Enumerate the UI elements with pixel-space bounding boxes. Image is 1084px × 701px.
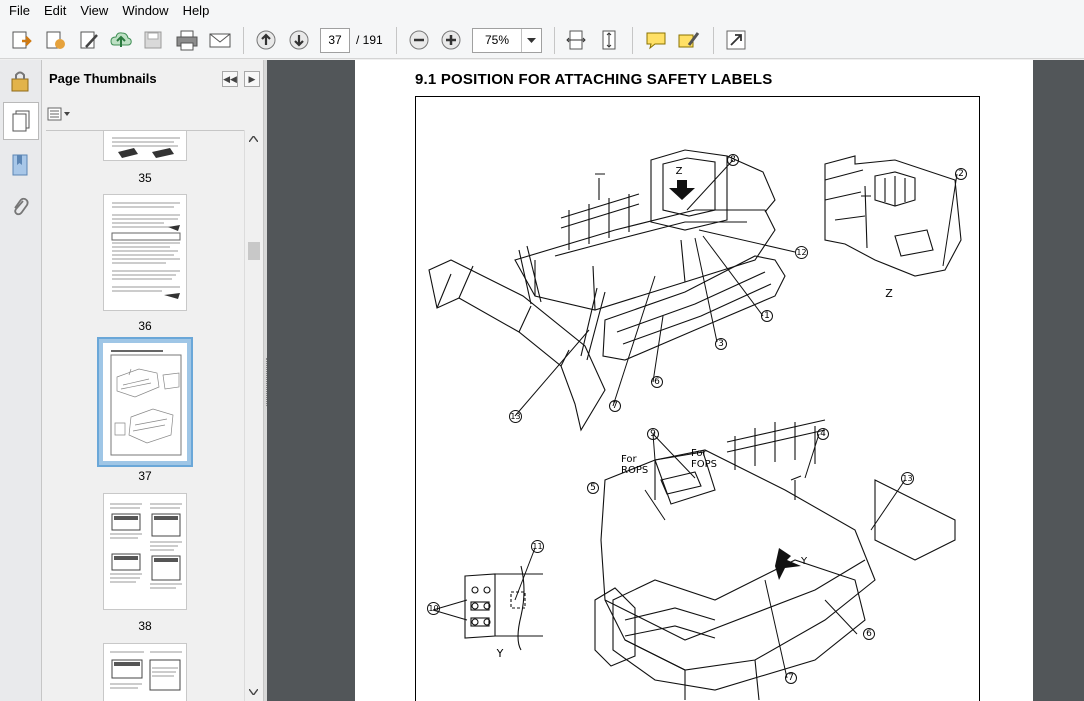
page-number-input[interactable]: 37 — [320, 28, 350, 53]
bulldozer-illustration — [428, 149, 962, 701]
thumbnails-panel: Page Thumbnails ◀◀ ▶ 35 36 37 38 — [42, 60, 264, 701]
collapse-panel-button[interactable]: ◀◀ — [222, 71, 238, 87]
menu-file[interactable]: File — [2, 0, 37, 21]
arrow-y-label: Y — [800, 556, 808, 567]
menu-bar: File Edit View Window Help — [0, 0, 1084, 21]
thumbnail-page-number: 37 — [138, 469, 152, 483]
document-view: 9.1 POSITION FOR ATTACHING SAFETY LABELS — [267, 60, 1084, 701]
chevron-down-icon[interactable] — [521, 29, 541, 52]
callout-6: 6 — [651, 376, 663, 388]
zoom-out-icon[interactable] — [406, 28, 432, 52]
thumbnail-list: 35 36 37 38 — [46, 130, 246, 701]
thumbnail-options-button[interactable] — [46, 104, 72, 124]
callout-12: 12 — [795, 246, 808, 259]
thumbnail-page-selected[interactable] — [97, 337, 193, 467]
scrollbar-thumb[interactable] — [248, 242, 260, 260]
expand-icon[interactable] — [723, 28, 749, 52]
menu-view[interactable]: View — [73, 0, 115, 21]
export-icon[interactable] — [42, 28, 68, 52]
callout-11: 11 — [531, 540, 544, 553]
callout-1: 1 — [761, 310, 773, 322]
thumbnail-page[interactable] — [103, 493, 187, 610]
thumbnail-scrollbar[interactable] — [244, 130, 262, 701]
callout-6b: 6 — [863, 628, 875, 640]
fit-width-icon[interactable] — [563, 28, 589, 52]
for-fops-label: For FOPS — [691, 448, 718, 470]
page-total: / 191 — [356, 33, 383, 47]
for-rops-label: For ROPS — [621, 454, 649, 476]
arrow-z-label: Z — [675, 166, 683, 177]
toolbar-separator — [632, 27, 633, 54]
thumbnail-page-number: 35 — [138, 171, 152, 185]
toolbar-separator — [713, 27, 714, 54]
zoom-select[interactable]: 75% — [472, 28, 542, 53]
callout-2: 2 — [955, 168, 967, 180]
create-icon[interactable] — [8, 28, 34, 52]
zoom-in-icon[interactable] — [438, 28, 464, 52]
callout-13b: 13 — [901, 472, 914, 485]
toolbar-separator — [243, 27, 244, 54]
thumbnail-page[interactable] — [103, 643, 187, 701]
thumbnail-page-number: 38 — [138, 619, 152, 633]
scroll-down-icon[interactable] — [245, 683, 262, 700]
pages-icon[interactable] — [3, 102, 39, 140]
edit-icon[interactable] — [76, 28, 102, 52]
thumbnail-page-number: 36 — [138, 319, 152, 333]
thumbnail-page[interactable] — [103, 131, 187, 161]
panel-header: Page Thumbnails ◀◀ ▶ — [42, 60, 264, 98]
view-z-label: Z — [885, 287, 893, 300]
attachment-icon[interactable] — [5, 192, 35, 222]
save-icon[interactable] — [140, 28, 166, 52]
print-icon[interactable] — [174, 28, 200, 52]
thumbnail-page[interactable] — [103, 194, 187, 311]
toolbar-separator — [396, 27, 397, 54]
callout-5: 5 — [587, 482, 599, 494]
toolbar: 37 / 191 75% — [0, 21, 1084, 59]
page-up-icon[interactable] — [253, 28, 279, 52]
view-y-label: Y — [496, 647, 504, 660]
callout-8: 8 — [727, 154, 739, 166]
callout-9: 9 — [647, 428, 659, 440]
menu-help[interactable]: Help — [176, 0, 217, 21]
page-down-icon[interactable] — [286, 28, 312, 52]
callout-3: 3 — [715, 338, 727, 350]
upload-icon[interactable] — [108, 28, 134, 52]
document-page: 9.1 POSITION FOR ATTACHING SAFETY LABELS — [355, 60, 1033, 701]
expand-panel-button[interactable]: ▶ — [244, 71, 260, 87]
callout-4: 4 — [817, 428, 829, 440]
callout-13: 13 — [509, 410, 522, 423]
fit-page-icon[interactable] — [596, 28, 622, 52]
callout-7b: 7 — [785, 672, 797, 684]
lock-icon[interactable] — [5, 66, 35, 96]
bookmark-icon[interactable] — [5, 150, 35, 180]
highlight-icon[interactable] — [676, 28, 702, 52]
callout-7: 7 — [609, 400, 621, 412]
comment-icon[interactable] — [643, 28, 669, 52]
menu-window[interactable]: Window — [115, 0, 175, 21]
email-icon[interactable] — [207, 28, 233, 52]
panel-title: Page Thumbnails — [49, 71, 157, 86]
zoom-value: 75% — [485, 33, 510, 47]
navigation-rail — [0, 60, 42, 701]
callout-10: 10 — [427, 602, 440, 615]
menu-edit[interactable]: Edit — [37, 0, 73, 21]
toolbar-separator — [554, 27, 555, 54]
scroll-up-icon[interactable] — [245, 130, 262, 147]
